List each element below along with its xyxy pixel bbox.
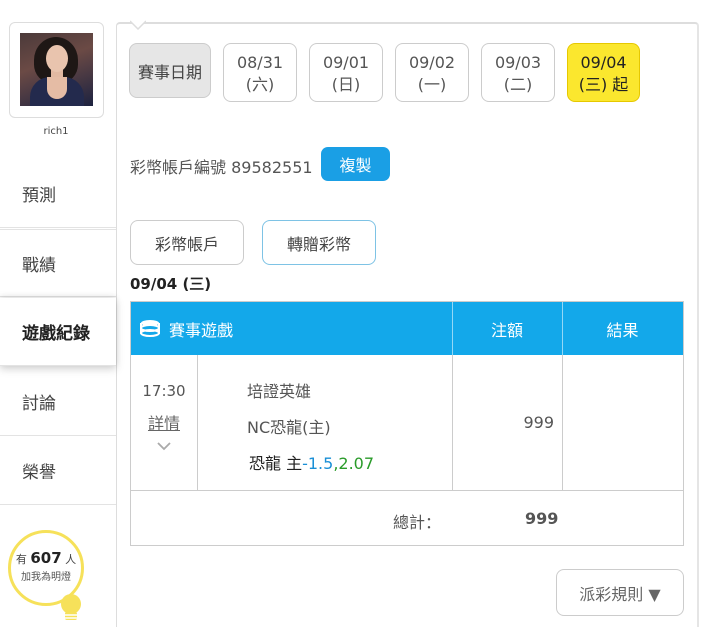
- nav-item-game-history[interactable]: 遊戲紀錄: [0, 298, 116, 366]
- panel-pointer-icon: [130, 20, 146, 30]
- fan-suffix: 人: [65, 553, 77, 566]
- username: rich1: [43, 126, 69, 137]
- record-date-heading: 09/04 (三): [130, 275, 212, 293]
- total-label: 總計：: [393, 513, 442, 532]
- date-tab-0901[interactable]: 09/01 (日): [309, 43, 383, 102]
- nav-label: 榮譽: [22, 463, 56, 483]
- nav-label: 預測: [22, 186, 56, 206]
- date-tab-date: 08/31: [236, 53, 284, 72]
- account-number: 89582551: [231, 158, 313, 177]
- nav-item-honor[interactable]: 榮譽: [0, 437, 116, 505]
- avatar[interactable]: [20, 33, 93, 106]
- nav-item-predict[interactable]: 預測: [0, 160, 116, 228]
- nav-label: 遊戲紀錄: [22, 324, 90, 344]
- date-tab-day: (三) 起: [578, 75, 629, 94]
- fan-cta: 加我為明燈: [21, 572, 71, 583]
- date-tab-date: 09/04: [580, 53, 627, 72]
- payout-rules-button[interactable]: 派彩規則 ▼: [556, 569, 684, 616]
- nav-item-discussion[interactable]: 討論: [0, 368, 116, 436]
- nav-label: 戰績: [22, 255, 56, 276]
- date-tab-day: (二): [503, 75, 533, 94]
- nav-item-record[interactable]: 戰績: [0, 229, 116, 297]
- header-result: 結果: [606, 320, 639, 340]
- coin-stack-icon: [140, 319, 160, 337]
- tab-transfer-coins[interactable]: 轉贈彩幣: [262, 220, 376, 265]
- date-tab-0902[interactable]: 09/02 (一): [395, 43, 469, 102]
- match-time: 17:30: [142, 382, 186, 400]
- pick-line: 恐龍 主-1.5,2.07: [249, 450, 374, 474]
- lightbulb-icon: [61, 594, 81, 620]
- date-tab-0831[interactable]: 08/31 (六): [223, 43, 297, 102]
- date-tab-0903[interactable]: 09/03 (二): [481, 43, 555, 102]
- league-name: 培證英雄: [247, 382, 312, 401]
- date-label: 賽事日期: [129, 43, 211, 98]
- account-label: 彩幣帳戶編號: [130, 158, 227, 177]
- fan-prefix: 有: [15, 553, 27, 566]
- header-game-label: 賽事遊戲: [169, 320, 234, 340]
- date-tab-date: 09/02: [408, 53, 456, 72]
- date-tab-day: (六): [245, 75, 275, 94]
- sidebar: rich1 預測 戰績 遊戲紀錄 討論 榮譽 有 607 人 加我為明燈: [0, 0, 116, 627]
- detail-link[interactable]: 詳情: [131, 410, 197, 434]
- copy-button[interactable]: 複製: [321, 147, 390, 181]
- header-bet: 注額: [490, 320, 523, 340]
- table-header: 賽事遊戲 注額 結果: [131, 302, 683, 355]
- header-game: 賽事遊戲: [139, 302, 233, 355]
- pick-odds: 2.07: [338, 454, 375, 473]
- pick-handicap: -1.5: [302, 454, 334, 473]
- pick-team: 恐龍 主: [249, 454, 303, 473]
- bet-amount: 999: [523, 413, 554, 432]
- game-record-table: 賽事遊戲 注額 結果 17:30 詳情 培證英雄 NC恐龍(主) 恐龍 主-1.…: [130, 301, 684, 546]
- fan-count: 607: [30, 549, 62, 567]
- avatar-frame[interactable]: [9, 22, 104, 118]
- match-name: NC恐龍(主): [247, 418, 331, 437]
- date-tab-date: 09/01: [322, 53, 370, 72]
- nav-label: 討論: [22, 394, 56, 414]
- date-tab-day: (日): [331, 75, 361, 94]
- date-tab-0904[interactable]: 09/04 (三) 起: [567, 43, 640, 102]
- total-value: 999: [525, 509, 559, 528]
- chevron-down-icon[interactable]: [156, 441, 172, 451]
- date-tab-day: (一): [417, 75, 447, 94]
- tab-coin-account[interactable]: 彩幣帳戶: [130, 220, 244, 265]
- date-tab-date: 09/03: [494, 53, 542, 72]
- account-number-row: 彩幣帳戶編號 89582551: [130, 154, 313, 178]
